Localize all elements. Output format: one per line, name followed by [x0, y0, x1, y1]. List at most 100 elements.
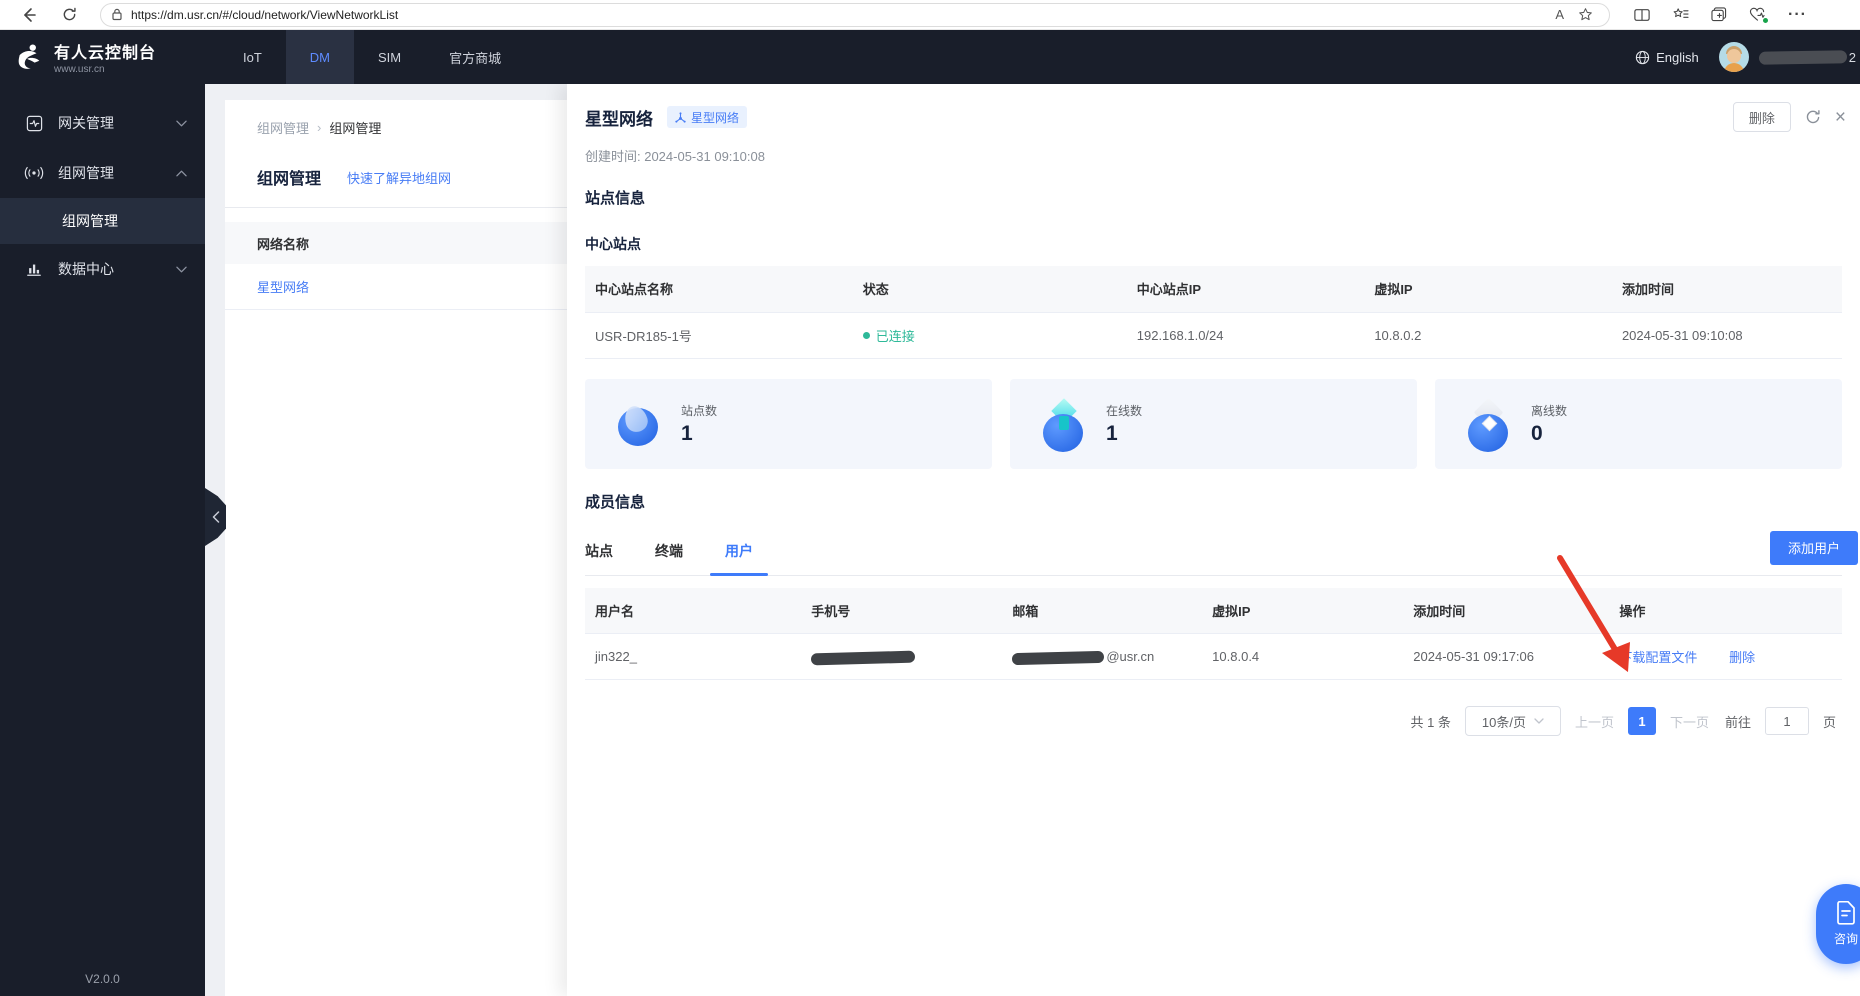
add-user-button[interactable]: 添加用户 — [1770, 530, 1858, 565]
network-type-badge: 星型网络 — [667, 106, 748, 128]
favorites-bar-icon[interactable] — [1672, 7, 1689, 22]
col-added-time: 添加时间 — [1403, 587, 1610, 634]
table-header-row: 中心站点名称 状态 中心站点IP 虚拟IP 添加时间 — [585, 266, 1842, 313]
url-text[interactable]: https://dm.usr.cn/#/cloud/network/ViewNe… — [131, 8, 1555, 22]
network-name-link[interactable]: 星型网络 — [257, 277, 309, 296]
delete-user-link[interactable]: 删除 — [1729, 650, 1755, 665]
nav-tab-dm[interactable]: DM — [285, 30, 355, 84]
sidebar-item-label: 网关管理 — [58, 115, 114, 131]
user-table: 用户名 手机号 邮箱 虚拟IP 添加时间 操作 jin322_ @usr.cn … — [585, 587, 1842, 680]
document-icon — [1835, 901, 1857, 925]
split-screen-icon[interactable] — [1634, 8, 1650, 22]
user-avatar[interactable] — [1718, 42, 1749, 72]
goto-page-input[interactable] — [1764, 707, 1809, 735]
virtual-ip: 10.8.0.2 — [1364, 312, 1612, 359]
stat-value: 1 — [1106, 421, 1118, 445]
globe-icon — [1635, 50, 1650, 65]
username-suffix: 2 — [1848, 49, 1856, 65]
tab-terminals[interactable]: 终端 — [655, 541, 683, 575]
brand-logo[interactable]: 有人云控制台 www.usr.cn — [0, 39, 205, 75]
essentials-status-dot — [1762, 17, 1769, 24]
network-signal-icon — [24, 165, 44, 181]
col-center-site-name: 中心站点名称 — [585, 266, 853, 313]
browser-essentials-icon[interactable] — [1749, 7, 1769, 24]
app-version: V2.0.0 — [85, 972, 120, 986]
center-site-ip: 192.168.1.0/24 — [1126, 312, 1365, 359]
breadcrumb-separator-icon: › — [317, 120, 322, 135]
chevron-down-icon — [1534, 718, 1544, 724]
stat-card-sites: 站点数 1 — [585, 378, 992, 469]
address-bar[interactable]: https://dm.usr.cn/#/cloud/network/ViewNe… — [100, 2, 1610, 27]
language-label: English — [1656, 49, 1699, 65]
col-username: 用户名 — [585, 587, 802, 634]
gateway-icon — [24, 115, 44, 132]
tab-sites[interactable]: 站点 — [585, 541, 613, 575]
nav-tab-iot[interactable]: IoT — [219, 30, 286, 84]
offline-count-icon — [1465, 397, 1513, 452]
prev-page-button[interactable]: 上一页 — [1575, 712, 1614, 731]
current-page-button[interactable]: 1 — [1627, 707, 1656, 735]
breadcrumb-parent[interactable]: 组网管理 — [257, 118, 309, 137]
pagination: 共 1 条 10条/页 上一页 1 下一页 前往 页 — [567, 706, 1836, 736]
col-virtual-ip: 虚拟IP — [1364, 266, 1612, 313]
download-config-link[interactable]: 下载配置文件 — [1619, 650, 1697, 665]
read-aloud-icon[interactable]: A — [1555, 7, 1564, 22]
stat-label: 站点数 — [681, 403, 718, 418]
sidebar-item-gateway[interactable]: 网关管理 — [0, 98, 205, 148]
chevron-down-icon — [176, 120, 187, 127]
col-actions: 操作 — [1609, 587, 1842, 634]
consult-fab[interactable]: 咨询 — [1816, 884, 1860, 964]
table-header-row: 用户名 手机号 邮箱 虚拟IP 添加时间 操作 — [585, 587, 1842, 634]
center-site-name: USR-DR185-1号 — [585, 312, 853, 359]
collections-icon[interactable] — [1711, 7, 1727, 22]
nav-tab-mall[interactable]: 官方商城 — [425, 30, 525, 84]
stat-card-offline: 离线数 0 — [1435, 378, 1842, 469]
page-unit-label: 页 — [1822, 714, 1836, 730]
goto-label: 前往 — [1724, 714, 1751, 730]
network-detail-drawer: 星型网络 星型网络 删除 × 创建时间: 2024-05-31 09:10:08… — [567, 84, 1860, 996]
sidebar-item-label: 组网管理 — [58, 165, 114, 181]
language-switcher[interactable]: English — [1635, 50, 1699, 65]
total-count: 共 1 条 — [1410, 714, 1451, 730]
table-row: jin322_ @usr.cn 10.8.0.4 2024-05-31 09:1… — [585, 633, 1842, 680]
table-row: USR-DR185-1号 已连接 192.168.1.0/24 10.8.0.2… — [585, 312, 1842, 359]
sidebar-item-datacenter[interactable]: 数据中心 — [0, 244, 205, 294]
usr-person-logo-icon — [12, 40, 46, 74]
app-subtitle: www.usr.cn — [54, 64, 105, 75]
chevron-up-icon — [176, 170, 187, 177]
status-badge: 已连接 — [862, 326, 1127, 345]
detail-title: 星型网络 — [585, 109, 653, 129]
browser-more-icon[interactable]: ··· — [1788, 6, 1807, 24]
quick-guide-link[interactable]: 快速了解异地组网 — [347, 168, 451, 187]
browser-back-button[interactable] — [16, 2, 42, 28]
delete-network-button[interactable]: 删除 — [1732, 102, 1791, 132]
favorite-star-icon[interactable] — [1578, 7, 1593, 22]
browser-refresh-button[interactable] — [56, 2, 82, 28]
sidebar-collapse-handle[interactable] — [205, 488, 226, 546]
stat-label: 离线数 — [1531, 403, 1568, 418]
center-site-title: 中心站点 — [585, 236, 641, 252]
user-username: jin322_ — [585, 633, 802, 680]
nav-tab-sim[interactable]: SIM — [354, 30, 425, 84]
site-lock-icon[interactable] — [111, 8, 123, 21]
sidebar-item-networking[interactable]: 组网管理 — [0, 148, 205, 198]
page-size-select[interactable]: 10条/页 — [1464, 706, 1561, 736]
col-virtual-ip: 虚拟IP — [1202, 587, 1404, 634]
sidebar-subitem-networking[interactable]: 组网管理 — [0, 198, 205, 244]
col-phone: 手机号 — [801, 587, 1003, 634]
next-page-button[interactable]: 下一页 — [1670, 712, 1709, 731]
user-menu[interactable]: 2 — [1758, 49, 1856, 65]
stat-card-online: 在线数 1 — [1010, 378, 1417, 469]
col-email: 邮箱 — [1002, 587, 1203, 634]
col-status: 状态 — [852, 266, 1127, 313]
refresh-icon[interactable] — [1805, 109, 1821, 125]
member-tabs: 站点 终端 用户 添加用户 — [585, 530, 1858, 576]
sidebar-item-label: 数据中心 — [58, 261, 114, 277]
tab-users[interactable]: 用户 — [725, 541, 753, 575]
app-header: 有人云控制台 www.usr.cn IoT DM SIM 官方商城 Englis… — [0, 30, 1860, 84]
redacted-username — [1758, 49, 1847, 65]
added-time: 2024-05-31 09:10:08 — [1611, 312, 1842, 359]
breadcrumb-current: 组网管理 — [329, 121, 382, 136]
close-icon[interactable]: × — [1835, 108, 1846, 127]
col-added-time: 添加时间 — [1611, 266, 1842, 313]
